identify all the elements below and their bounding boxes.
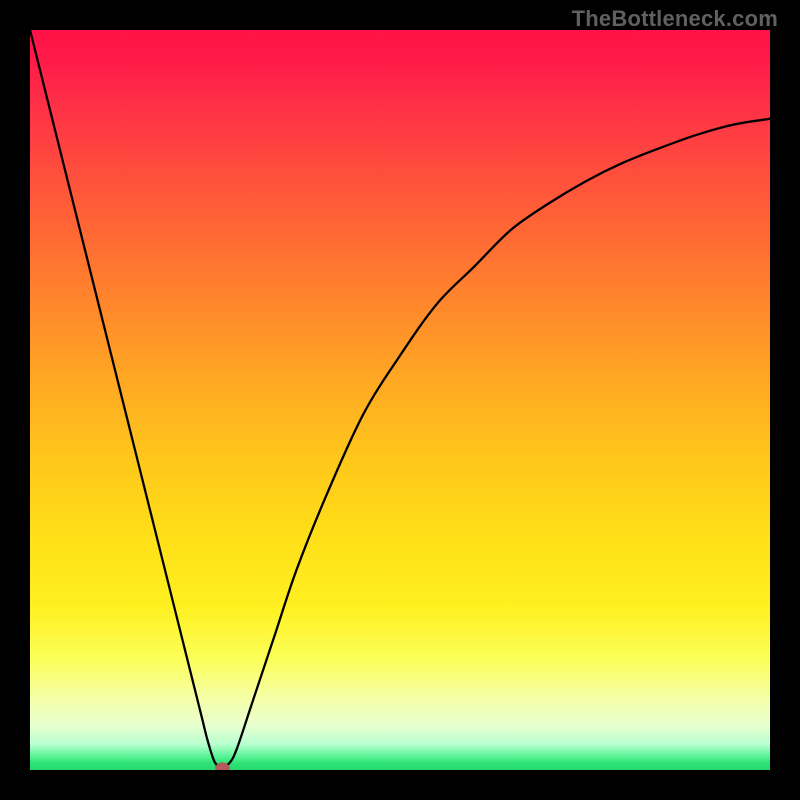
plot-area <box>30 30 770 770</box>
bottleneck-curve <box>30 30 770 766</box>
curve-overlay <box>30 30 770 770</box>
watermark-text: TheBottleneck.com <box>572 6 778 32</box>
chart-frame: TheBottleneck.com <box>0 0 800 800</box>
